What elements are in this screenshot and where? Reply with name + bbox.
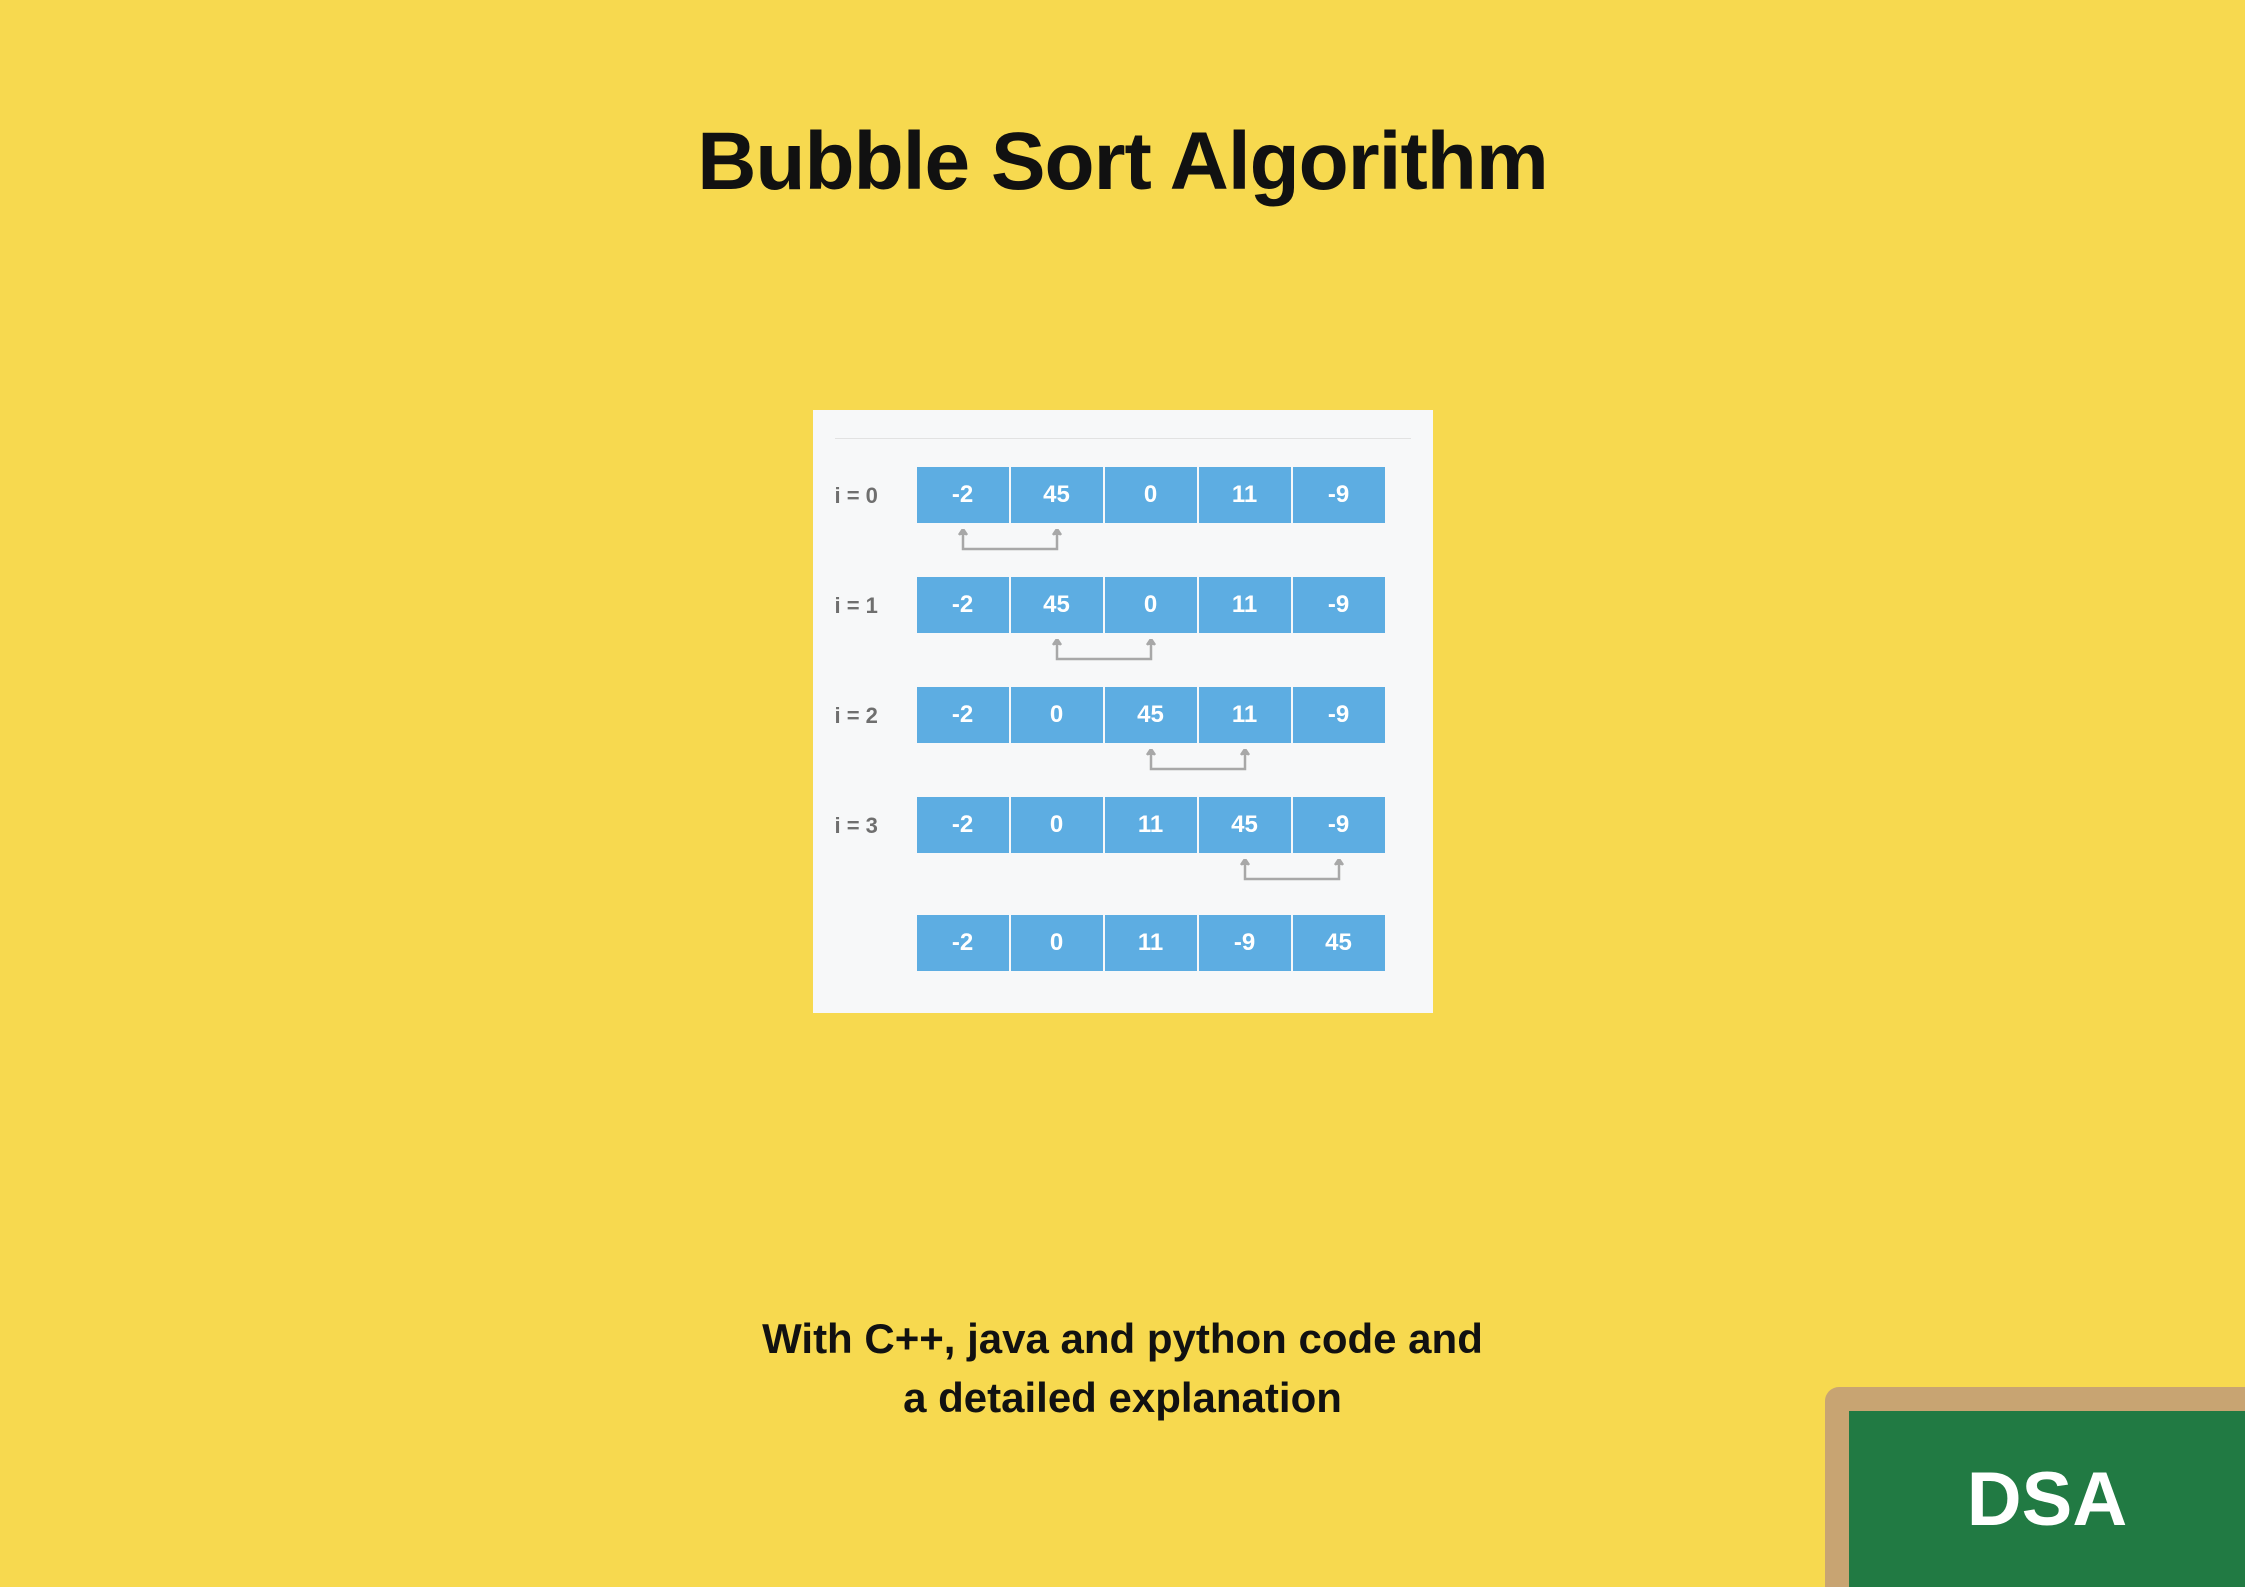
array-cell: 0 (1011, 687, 1103, 743)
step-body: -2 0 45 11 -9 (917, 687, 1411, 785)
array-cell: -9 (1199, 915, 1291, 971)
swap-arrow-icon (917, 859, 1411, 895)
array-row: -2 45 0 11 -9 (917, 577, 1411, 633)
swap-arrow-icon (917, 529, 1411, 565)
array-cell: 11 (1199, 467, 1291, 523)
step-body: -2 0 11 45 -9 (917, 797, 1411, 895)
step-label (835, 915, 917, 931)
array-cell: 45 (1105, 687, 1197, 743)
array-cell: 0 (1011, 915, 1103, 971)
array-cell: 0 (1105, 577, 1197, 633)
array-cell: 11 (1105, 915, 1197, 971)
subtitle-line2: a detailed explanation (903, 1374, 1342, 1421)
array-cell: -9 (1293, 687, 1385, 743)
diagram-inner: i = 0 -2 45 0 11 -9 i = 1 -2 45 (835, 438, 1411, 971)
array-cell: -2 (917, 467, 1009, 523)
step-row: i = 0 -2 45 0 11 -9 (835, 467, 1411, 565)
array-cell: -9 (1293, 467, 1385, 523)
array-row: -2 0 11 -9 45 (917, 915, 1411, 971)
chalkboard-badge: DSA (1825, 1387, 2245, 1587)
array-row: -2 45 0 11 -9 (917, 467, 1411, 523)
array-cell: -2 (917, 687, 1009, 743)
step-body: -2 45 0 11 -9 (917, 577, 1411, 675)
array-cell: -9 (1293, 577, 1385, 633)
step-label: i = 1 (835, 577, 917, 619)
array-cell: 45 (1011, 467, 1103, 523)
array-cell: 0 (1011, 797, 1103, 853)
array-row: -2 0 45 11 -9 (917, 687, 1411, 743)
array-cell: 11 (1105, 797, 1197, 853)
step-row: i = 1 -2 45 0 11 -9 (835, 577, 1411, 675)
array-cell: 11 (1199, 687, 1291, 743)
step-body: -2 45 0 11 -9 (917, 467, 1411, 565)
array-cell: -9 (1293, 797, 1385, 853)
board-surface: DSA (1849, 1411, 2245, 1587)
array-cell: 45 (1293, 915, 1385, 971)
array-cell: -2 (917, 577, 1009, 633)
subtitle-line1: With C++, java and python code and (762, 1315, 1483, 1362)
step-row-final: -2 0 11 -9 45 (835, 915, 1411, 971)
array-row: -2 0 11 45 -9 (917, 797, 1411, 853)
step-label: i = 3 (835, 797, 917, 839)
array-cell: 11 (1199, 577, 1291, 633)
array-cell: -2 (917, 915, 1009, 971)
step-body: -2 0 11 -9 45 (917, 915, 1411, 971)
page-title: Bubble Sort Algorithm (0, 115, 2245, 209)
badge-text: DSA (1967, 1456, 2127, 1543)
swap-arrow-icon (917, 749, 1411, 785)
array-cell: 45 (1199, 797, 1291, 853)
step-label: i = 0 (835, 467, 917, 509)
array-cell: -2 (917, 797, 1009, 853)
sort-diagram: i = 0 -2 45 0 11 -9 i = 1 -2 45 (813, 410, 1433, 1013)
step-row: i = 3 -2 0 11 45 -9 (835, 797, 1411, 895)
swap-arrow-icon (917, 639, 1411, 675)
step-label: i = 2 (835, 687, 917, 729)
array-cell: 45 (1011, 577, 1103, 633)
array-cell: 0 (1105, 467, 1197, 523)
step-row: i = 2 -2 0 45 11 -9 (835, 687, 1411, 785)
